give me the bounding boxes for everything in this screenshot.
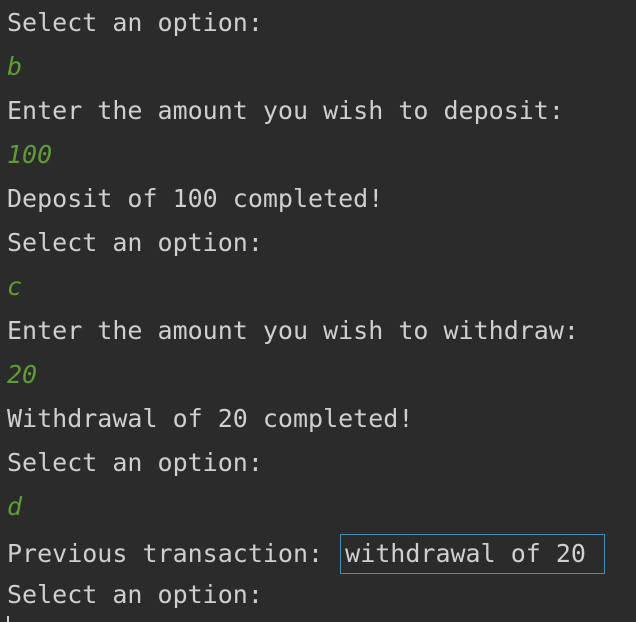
text-cursor — [7, 616, 9, 622]
console-input-line: 100 — [7, 140, 53, 169]
console-input-line: b — [7, 52, 23, 81]
console-line: Select an option: — [7, 8, 263, 37]
previous-transaction-label: Previous transaction: — [7, 539, 339, 568]
console-line: Select an option: — [7, 448, 263, 477]
console-line: Withdrawal of 20 completed! — [7, 404, 414, 433]
console-line: Select an option: — [7, 228, 263, 257]
console-input-line: d — [7, 492, 23, 521]
search-highlight[interactable]: withdrawal of 20 — [340, 534, 605, 574]
console-line: Enter the amount you wish to withdraw: — [7, 316, 579, 345]
console-output[interactable]: Select an option: b Enter the amount you… — [0, 0, 636, 622]
console-input-line: 20 — [7, 360, 38, 389]
console-input-line: c — [7, 272, 23, 301]
console-line: Enter the amount you wish to deposit: — [7, 96, 564, 125]
console-line: Deposit of 100 completed! — [7, 184, 384, 213]
console-line: Select an option: — [7, 580, 263, 609]
console-line-previous-transaction: Previous transaction: withdrawal of 20 — [7, 534, 636, 578]
